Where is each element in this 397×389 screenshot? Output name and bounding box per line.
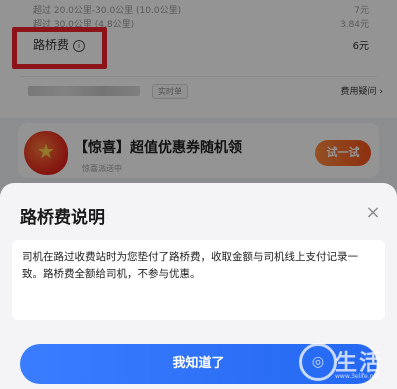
- sheet-title: 路桥费说明: [20, 208, 105, 228]
- message-box: 司机在路过收费站时为您垫付了路桥费，收取金额与司机线上支付记录一致。路桥费全额给…: [12, 240, 385, 320]
- close-icon[interactable]: ×: [363, 203, 383, 223]
- watermark-circle-icon: ◎: [299, 343, 337, 381]
- message-text: 司机在路过收费站时为您垫付了路桥费，收取金额与司机线上支付记录一致。路桥费全额给…: [22, 251, 358, 280]
- watermark-url: www.3elife.net: [335, 373, 380, 380]
- watermark-logo: ◎ 生活 www.3elife.net: [297, 339, 393, 385]
